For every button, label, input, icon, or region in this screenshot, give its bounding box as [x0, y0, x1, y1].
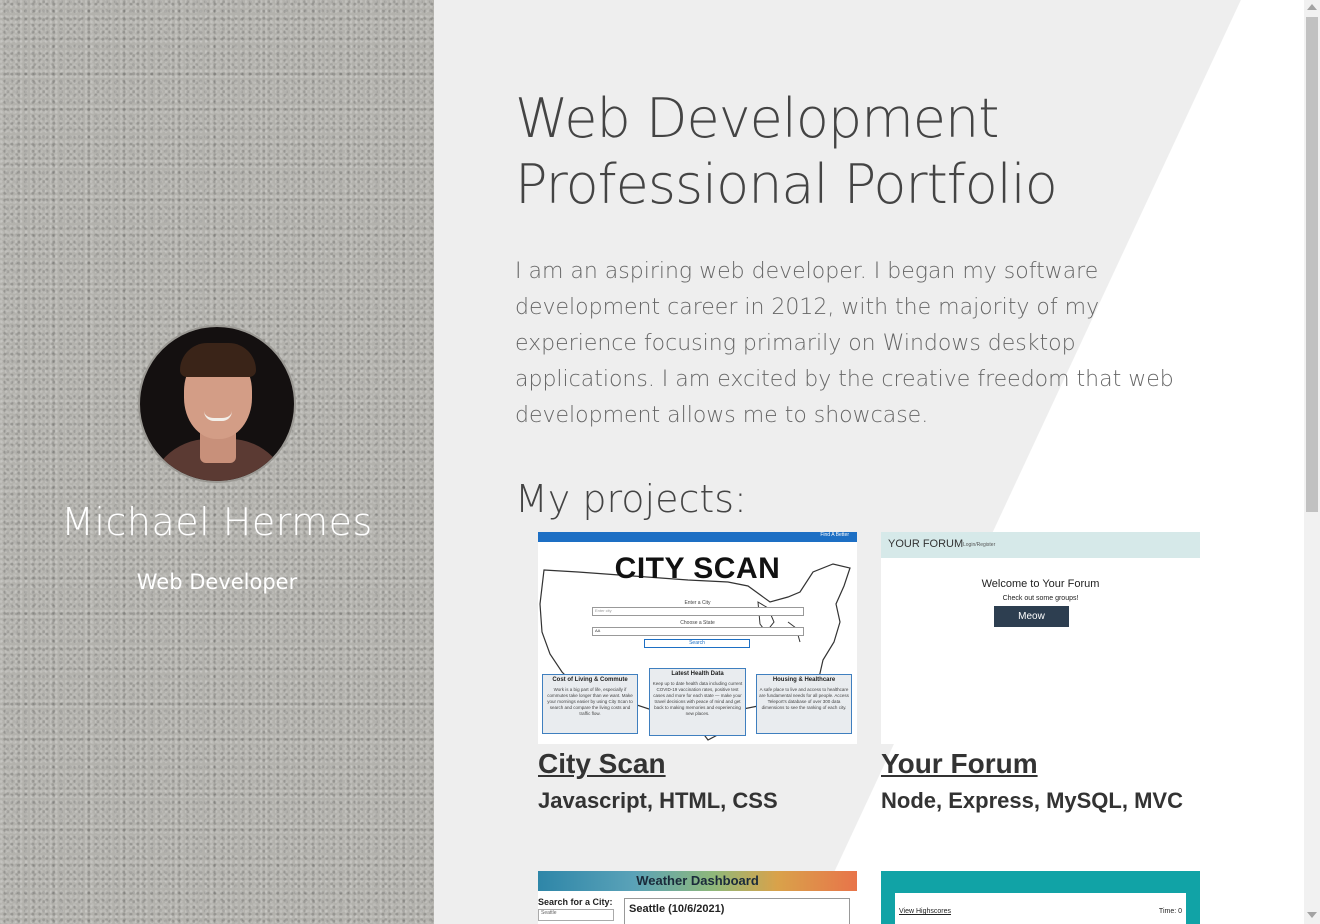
info-box-health-data: Latest Health Data Keep up to date healt…	[649, 668, 746, 736]
info-box-heading: Housing & Healthcare	[772, 677, 836, 683]
state-select-label: Choose a State	[680, 620, 715, 626]
profile-name: Michael Hermes	[61, 500, 373, 544]
city-input[interactable]: Enter city	[592, 607, 804, 616]
city-scan-search-button[interactable]: Search	[644, 639, 750, 648]
your-forum-brand: YOUR FORUM	[888, 538, 964, 550]
weather-search-label: Search for a City:	[538, 897, 613, 907]
weather-dashboard-title: Weather Dashboard	[636, 873, 759, 888]
project-card-weather-dashboard: Weather Dashboard Search for a City: Sea…	[538, 871, 857, 924]
project-thumbnail-city-scan[interactable]: Find A Better CITY SCAN Enter a City Ent…	[538, 532, 857, 744]
quiz-timer: Time: 0	[1158, 908, 1182, 915]
page-title-line2: Professional Portfolio	[515, 153, 1058, 216]
projects-heading: My projects:	[515, 477, 747, 521]
avatar	[138, 325, 296, 483]
info-box-text: A safe place to live and access to healt…	[759, 687, 849, 710]
project-thumbnail-quiz[interactable]: View Highscores Time: 0	[881, 871, 1200, 924]
city-scan-banner: CITY SCAN	[614, 552, 781, 585]
profile-role: Web Developer	[136, 570, 298, 594]
city-scan-navbar: Find A Better	[538, 532, 857, 542]
project-card-quiz: View Highscores Time: 0	[881, 871, 1200, 924]
quiz-highscores-link: View Highscores	[899, 908, 952, 915]
your-forum-button: Meow	[994, 606, 1069, 627]
info-box-text: Work is a big part of life, especially i…	[547, 687, 633, 716]
city-scan-nav-link: Find A Better	[820, 532, 849, 538]
info-box-heading: Cost of Living & Commute	[552, 677, 628, 683]
scrollbar-thumb[interactable]	[1306, 17, 1318, 512]
your-forum-navbar: YOUR FORUM Login/Register	[881, 532, 1200, 558]
avatar-hair	[180, 343, 256, 377]
profile-sidebar: Michael Hermes Web Developer	[0, 0, 434, 924]
project-link-city-scan[interactable]: City Scan	[538, 748, 857, 780]
info-box-cost-of-living: Cost of Living & Commute Work is a big p…	[542, 674, 638, 734]
weather-search-input: Seattle	[538, 909, 614, 921]
page-scrollbar[interactable]	[1304, 0, 1320, 924]
info-box-heading: Latest Health Data	[671, 671, 724, 677]
about-paragraph: I am an aspiring web developer. I began …	[515, 259, 1174, 428]
weather-current-card: Seattle (10/6/2021)	[624, 898, 850, 924]
your-forum-login-link: Login/Register	[963, 542, 996, 548]
project-tech-your-forum: Node, Express, MySQL, MVC	[881, 788, 1183, 813]
state-select[interactable]: AA	[592, 627, 804, 636]
main-content: Web Development Professional Portfolio I…	[434, 0, 1304, 924]
project-card-city-scan: Find A Better CITY SCAN Enter a City Ent…	[538, 532, 857, 814]
your-forum-welcome: Welcome to Your Forum	[981, 578, 1100, 590]
scroll-down-arrow-icon[interactable]	[1307, 912, 1317, 918]
project-thumbnail-weather-dashboard[interactable]: Weather Dashboard Search for a City: Sea…	[538, 871, 857, 924]
city-input-label: Enter a City	[684, 600, 711, 606]
info-box-text: Keep up to date health data including cu…	[652, 681, 743, 716]
project-thumbnail-your-forum[interactable]: YOUR FORUM Login/Register Welcome to You…	[881, 532, 1200, 744]
project-card-your-forum: YOUR FORUM Login/Register Welcome to You…	[881, 532, 1200, 814]
your-forum-subtitle: Check out some groups!	[1002, 595, 1079, 602]
info-box-housing: Housing & Healthcare A safe place to liv…	[756, 674, 852, 734]
scroll-up-arrow-icon[interactable]	[1307, 4, 1317, 10]
project-link-your-forum[interactable]: Your Forum	[881, 748, 1200, 780]
page-title: Web Development Professional Portfolio	[515, 86, 1135, 218]
page-title-line1: Web Development	[515, 87, 999, 150]
project-tech-city-scan: Javascript, HTML, CSS	[538, 788, 778, 813]
weather-dashboard-banner: Weather Dashboard	[538, 871, 857, 891]
